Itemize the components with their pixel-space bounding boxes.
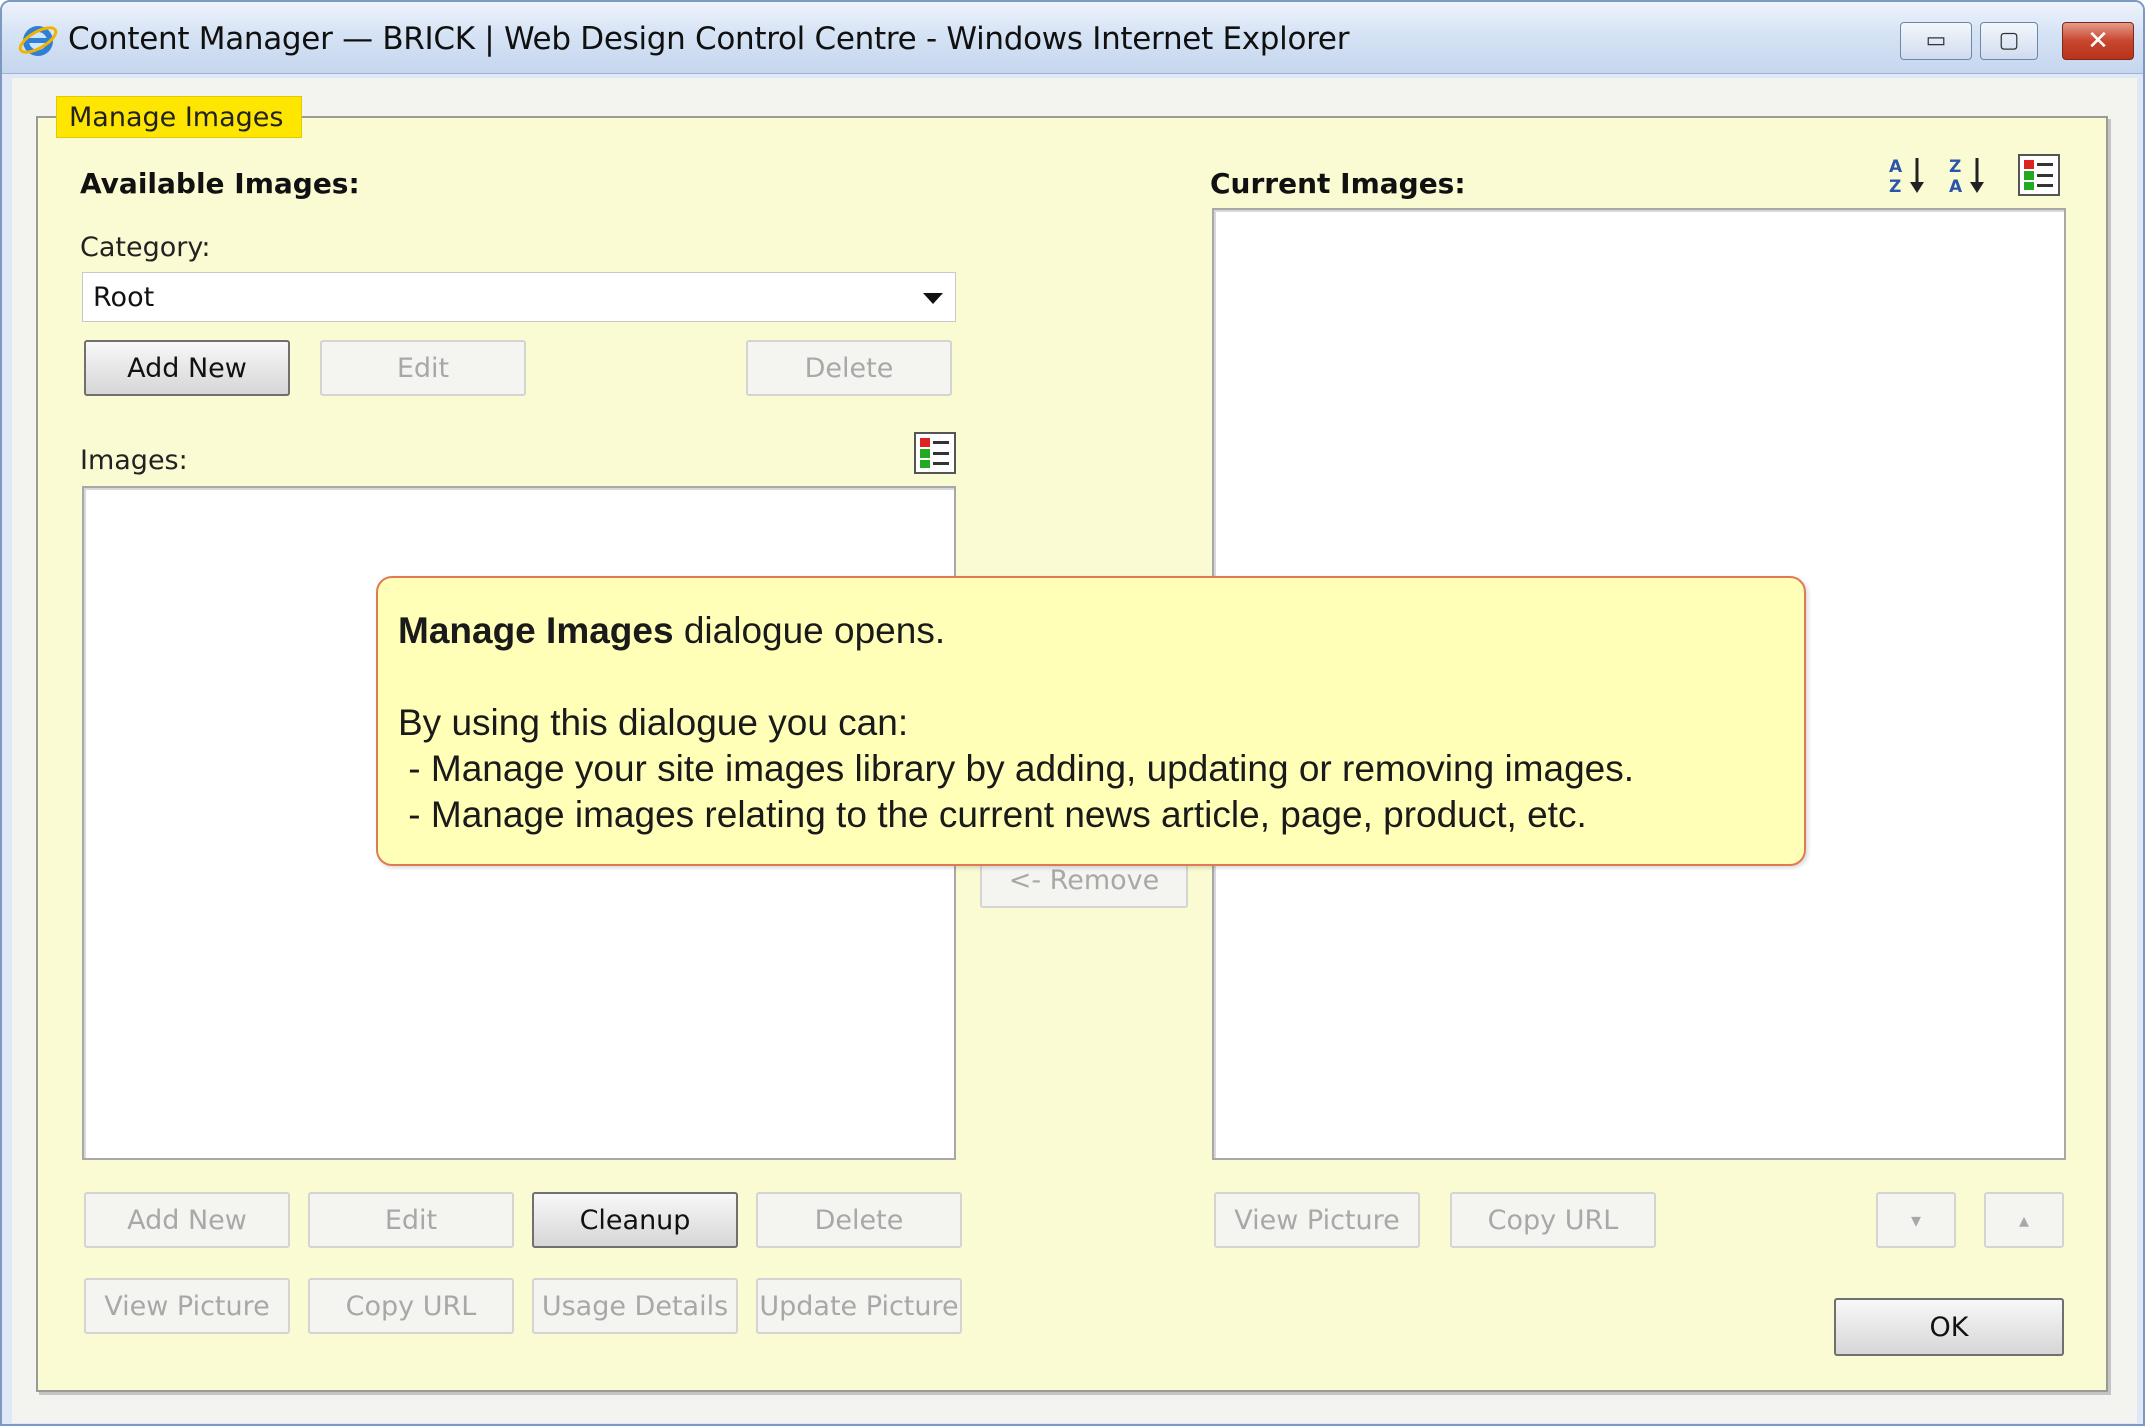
maximize-icon: ▢ — [1998, 28, 2020, 53]
available-images-heading: Available Images: — [80, 167, 360, 200]
window-title: Content Manager — BRICK | Web Design Con… — [68, 21, 1350, 57]
current-view-picture-button[interactable]: View Picture — [1214, 1192, 1420, 1248]
sort-z-a-icon[interactable]: Z A — [1946, 154, 1988, 196]
close-button[interactable]: ✕ — [2062, 22, 2134, 60]
move-down-button[interactable]: ▾ — [1876, 1192, 1956, 1248]
chevron-down-icon[interactable] — [923, 293, 943, 304]
help-callout: Manage Images dialogue opens. By using t… — [376, 576, 1806, 866]
callout-title-rest: dialogue opens. — [673, 610, 946, 651]
sort-a-z-icon[interactable]: A Z — [1886, 154, 1928, 196]
cleanup-button[interactable]: Cleanup — [532, 1192, 738, 1248]
list-view-icon[interactable] — [914, 432, 956, 474]
current-list-view-icon[interactable] — [2018, 154, 2060, 196]
title-bar: Content Manager — BRICK | Web Design Con… — [2, 2, 2143, 74]
callout-title: Manage Images dialogue opens. — [398, 608, 1784, 654]
callout-intro: By using this dialogue you can: — [398, 702, 909, 743]
category-add-new-button[interactable]: Add New — [84, 340, 290, 396]
images-add-new-button[interactable]: Add New — [84, 1192, 290, 1248]
chevron-up-icon: ▴ — [2018, 1208, 2030, 1232]
images-edit-button[interactable]: Edit — [308, 1192, 514, 1248]
available-view-picture-button[interactable]: View Picture — [84, 1278, 290, 1334]
category-edit-button[interactable]: Edit — [320, 340, 526, 396]
images-label: Images: — [80, 445, 188, 476]
current-images-heading: Current Images: — [1210, 167, 1466, 200]
category-label: Category: — [80, 232, 211, 263]
usage-details-button[interactable]: Usage Details — [532, 1278, 738, 1334]
images-delete-button[interactable]: Delete — [756, 1192, 962, 1248]
svg-text:Z: Z — [1889, 177, 1901, 196]
category-select-value: Root — [93, 281, 155, 313]
internet-explorer-icon — [18, 26, 58, 56]
minimize-icon: ▭ — [1925, 28, 1947, 53]
available-copy-url-button[interactable]: Copy URL — [308, 1278, 514, 1334]
maximize-button[interactable]: ▢ — [1980, 22, 2038, 60]
update-picture-button[interactable]: Update Picture — [756, 1278, 962, 1334]
minimize-button[interactable]: ▭ — [1900, 22, 1972, 60]
current-copy-url-button[interactable]: Copy URL — [1450, 1192, 1656, 1248]
panel-legend: Manage Images — [56, 96, 303, 138]
callout-title-bold: Manage Images — [398, 610, 674, 651]
close-icon: ✕ — [2087, 26, 2109, 56]
svg-text:A: A — [1949, 177, 1963, 196]
category-delete-button[interactable]: Delete — [746, 340, 952, 396]
browser-window: Content Manager — BRICK | Web Design Con… — [0, 0, 2145, 1426]
callout-bullet: - Manage images relating to the current … — [398, 794, 1587, 835]
svg-text:A: A — [1889, 157, 1903, 177]
chevron-down-icon: ▾ — [1910, 1208, 1922, 1232]
category-select[interactable]: Root — [82, 272, 956, 322]
callout-bullet: - Manage your site images library by add… — [398, 748, 1635, 789]
ok-button[interactable]: OK — [1834, 1298, 2064, 1356]
svg-text:Z: Z — [1949, 157, 1961, 177]
move-up-button[interactable]: ▴ — [1984, 1192, 2064, 1248]
